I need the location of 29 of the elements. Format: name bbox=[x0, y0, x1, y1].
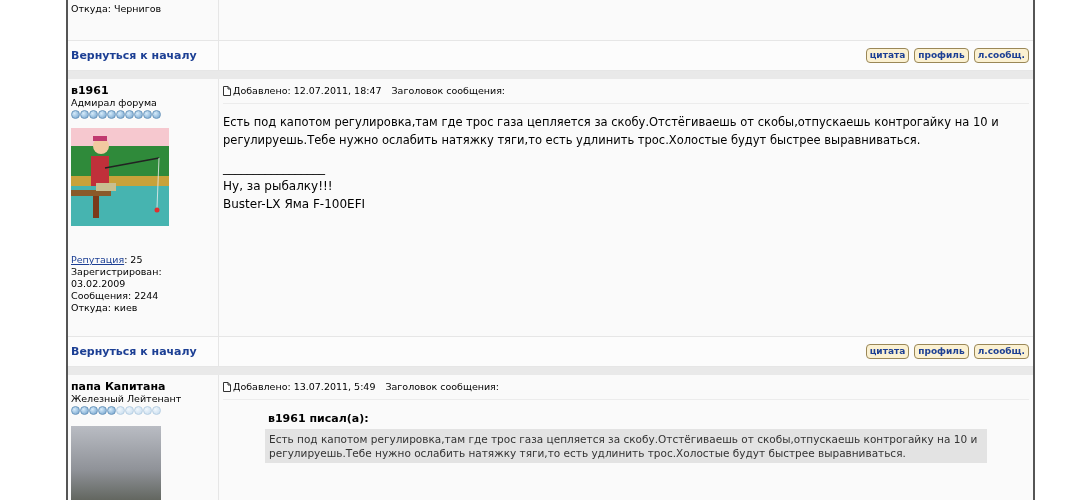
subject-label: Заголовок сообщения: bbox=[391, 85, 506, 96]
back-to-top-link[interactable]: Вернуться к началу bbox=[71, 345, 197, 358]
posted-date: Добавлено: 13.07.2011, 5:49 bbox=[233, 381, 376, 392]
registered-text: Зарегистрирован: 03.02.2009 bbox=[71, 266, 163, 290]
document-icon bbox=[223, 85, 231, 96]
forum-button[interactable]: цитата bbox=[865, 344, 910, 359]
forum-button[interactable]: л.сообщ. bbox=[973, 48, 1029, 63]
quote-author: в1961 писал(а): bbox=[267, 412, 370, 427]
rank-title: Железный Лейтенант bbox=[71, 393, 183, 405]
location-text: Откуда: Чернигов bbox=[71, 3, 163, 15]
signature-line: Ну, за рыбалку!!! bbox=[223, 178, 334, 195]
signature-line: _________________ bbox=[223, 160, 326, 177]
forum-button[interactable]: профиль bbox=[914, 48, 969, 63]
back-to-top-link[interactable]: Вернуться к началу bbox=[71, 49, 197, 62]
author-name: папа Капитана bbox=[71, 380, 167, 393]
messages-count: Сообщения: 2244 bbox=[71, 290, 160, 302]
forum-button[interactable]: профиль bbox=[914, 344, 969, 359]
rank-title: Адмирал форума bbox=[71, 97, 158, 109]
quote-text: Есть под капотом регулировка,там где трос газа цепляется за скобу.Отстёгиваешь от скобы,отпускаешь контрогайку на 10 и регулируешь.Тебе нужно ослабить натяжку тяги,то есть удлинить трос.Холостые будут быстрее выравниваться. bbox=[265, 429, 987, 463]
reputation-value: : 25 bbox=[124, 254, 143, 265]
post-text: Есть под капотом регулировка,там где трос газа цепляется за скобу.Отстёгиваешь от скобы,отпускаешь контрогайку на 10 и регулируешь.Тебе нужно ослабить натяжку тяги,то есть удлинить трос.Холостые будут быстрее выравниваться. bbox=[223, 114, 1000, 149]
author-name: в1961 bbox=[71, 84, 110, 97]
subject-label: Заголовок сообщения: bbox=[385, 381, 500, 392]
location-text: Откуда: киев bbox=[71, 302, 139, 314]
document-icon bbox=[223, 381, 231, 392]
posted-date: Добавлено: 12.07.2011, 18:47 bbox=[233, 85, 382, 96]
signature-line: Buster-LX Яма F-100EFI bbox=[223, 196, 367, 213]
forum-button[interactable]: л.сообщ. bbox=[973, 344, 1029, 359]
forum-button[interactable]: цитата bbox=[865, 48, 910, 63]
